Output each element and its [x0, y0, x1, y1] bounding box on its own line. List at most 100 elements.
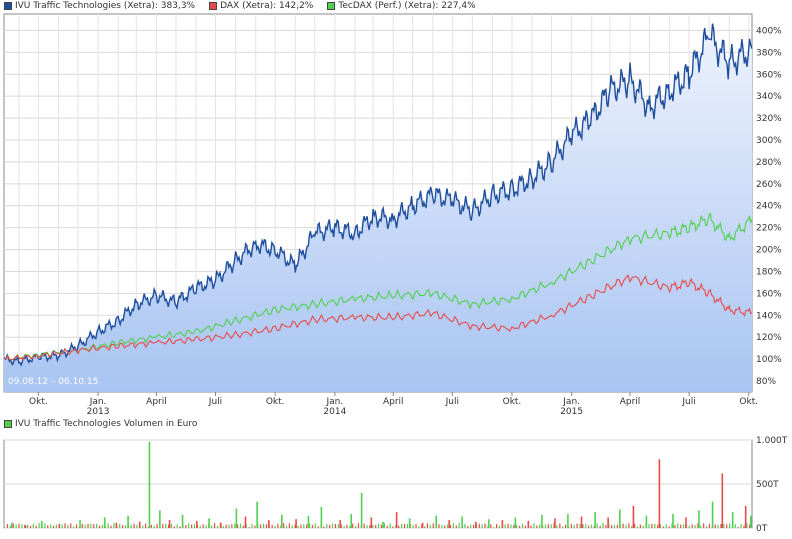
volume-bar: [611, 525, 613, 528]
volume-bar: [303, 524, 305, 528]
volume-bar: [501, 520, 504, 528]
volume-bar: [721, 473, 724, 528]
volume-bar: [231, 524, 233, 528]
volume-bar: [691, 524, 693, 528]
volume-bar: [61, 524, 63, 528]
volume-bar: [334, 523, 337, 528]
volume-bar: [196, 520, 198, 528]
volume-bar: [90, 523, 92, 528]
volume-bar: [398, 525, 400, 528]
y-tick-label: 100%: [756, 355, 782, 365]
volume-bar: [159, 510, 161, 528]
volume-bar: [750, 515, 752, 528]
volume-bar: [533, 523, 535, 528]
volume-bar: [481, 524, 483, 528]
volume-bar: [228, 524, 230, 528]
price-chart: 80% 100% 120% 140% 160% 180% 200% 220% 240% 260% 2…: [3, 13, 788, 534]
volume-bar: [216, 525, 219, 528]
volume-bar: [658, 459, 661, 528]
volume-bar: [740, 523, 742, 528]
volume-bar: [24, 525, 27, 528]
x-year-label: 2013: [87, 407, 110, 417]
volume-bar: [107, 523, 109, 528]
volume-bar: [674, 525, 676, 528]
volume-bar: [360, 492, 363, 528]
volume-bar: [541, 514, 543, 528]
volume-bar: [366, 525, 368, 528]
volume-bar: [559, 523, 561, 528]
volume-bar: [6, 524, 9, 528]
volume-bar: [472, 524, 475, 528]
volume-bar: [193, 524, 196, 528]
volume-bar: [235, 508, 238, 528]
volume-bar: [582, 524, 584, 528]
volume-bar: [728, 523, 731, 528]
volume-bar: [144, 523, 147, 528]
volume-bar: [607, 517, 609, 528]
volume-bar: [268, 520, 270, 528]
volume-bar: [357, 523, 360, 528]
volume-bar: [15, 524, 17, 528]
volume-bar: [346, 524, 348, 528]
volume-bar: [619, 509, 621, 528]
volume-bar: [220, 522, 222, 528]
volume-bar: [115, 522, 118, 528]
volume-bar: [297, 525, 299, 528]
volume-bar: [636, 526, 639, 528]
volume-bar: [113, 523, 115, 528]
x-tick-label: April: [620, 397, 641, 407]
y-tick-label: 260%: [756, 180, 782, 190]
x-year-label: 2015: [560, 407, 583, 417]
volume-bar: [343, 525, 345, 528]
volume-bar: [544, 524, 547, 528]
volume-bar: [380, 524, 383, 528]
volume-bar: [672, 513, 674, 528]
volume-bar: [527, 520, 530, 528]
volume-bar: [337, 524, 339, 528]
volume-bar: [156, 523, 158, 528]
volume-bar: [138, 521, 141, 528]
volume-bar: [75, 524, 78, 528]
y-tick-label: 80%: [756, 377, 776, 387]
y-tick-label: 120%: [756, 333, 782, 343]
volume-bar: [628, 523, 630, 528]
volume-bar: [447, 524, 449, 528]
volume-bar: [9, 525, 11, 528]
volume-bar: [52, 525, 55, 528]
volume-bar: [251, 524, 253, 528]
volume-bar: [490, 524, 492, 528]
x-tick-label: Okt.: [739, 397, 758, 407]
volume-bar: [277, 523, 279, 528]
volume-bar: [510, 524, 512, 528]
volume-bar: [265, 524, 267, 528]
volume-bar: [680, 524, 682, 528]
volume-bar: [403, 524, 406, 528]
volume-bar: [285, 525, 288, 528]
volume-bar: [493, 527, 495, 528]
volume-bar: [234, 523, 236, 528]
volume-bar: [645, 515, 648, 528]
volume-bar: [703, 523, 705, 528]
volume-bar: [700, 525, 702, 528]
volume-bar: [11, 522, 13, 528]
volume-bar: [662, 526, 665, 528]
volume-bar: [188, 523, 190, 528]
volume-bar: [599, 525, 601, 528]
volume-bar: [47, 525, 49, 528]
y-tick-label: 200%: [756, 246, 782, 256]
volume-bar: [81, 523, 83, 528]
volume-bar: [677, 523, 679, 528]
volume-bar: [331, 523, 334, 528]
x-tick-label: Juli: [445, 397, 459, 407]
volume-bar: [613, 525, 616, 528]
volume-bar: [504, 524, 506, 528]
volume-bar: [244, 516, 247, 528]
volume-bar: [29, 525, 32, 528]
volume-bar: [84, 524, 86, 528]
volume-bar: [124, 525, 127, 528]
volume-bar: [731, 512, 734, 528]
volume-bar: [121, 525, 124, 528]
volume-bar: [165, 523, 167, 528]
volume-bar: [594, 512, 596, 528]
y-tick-label: 400%: [756, 26, 782, 36]
